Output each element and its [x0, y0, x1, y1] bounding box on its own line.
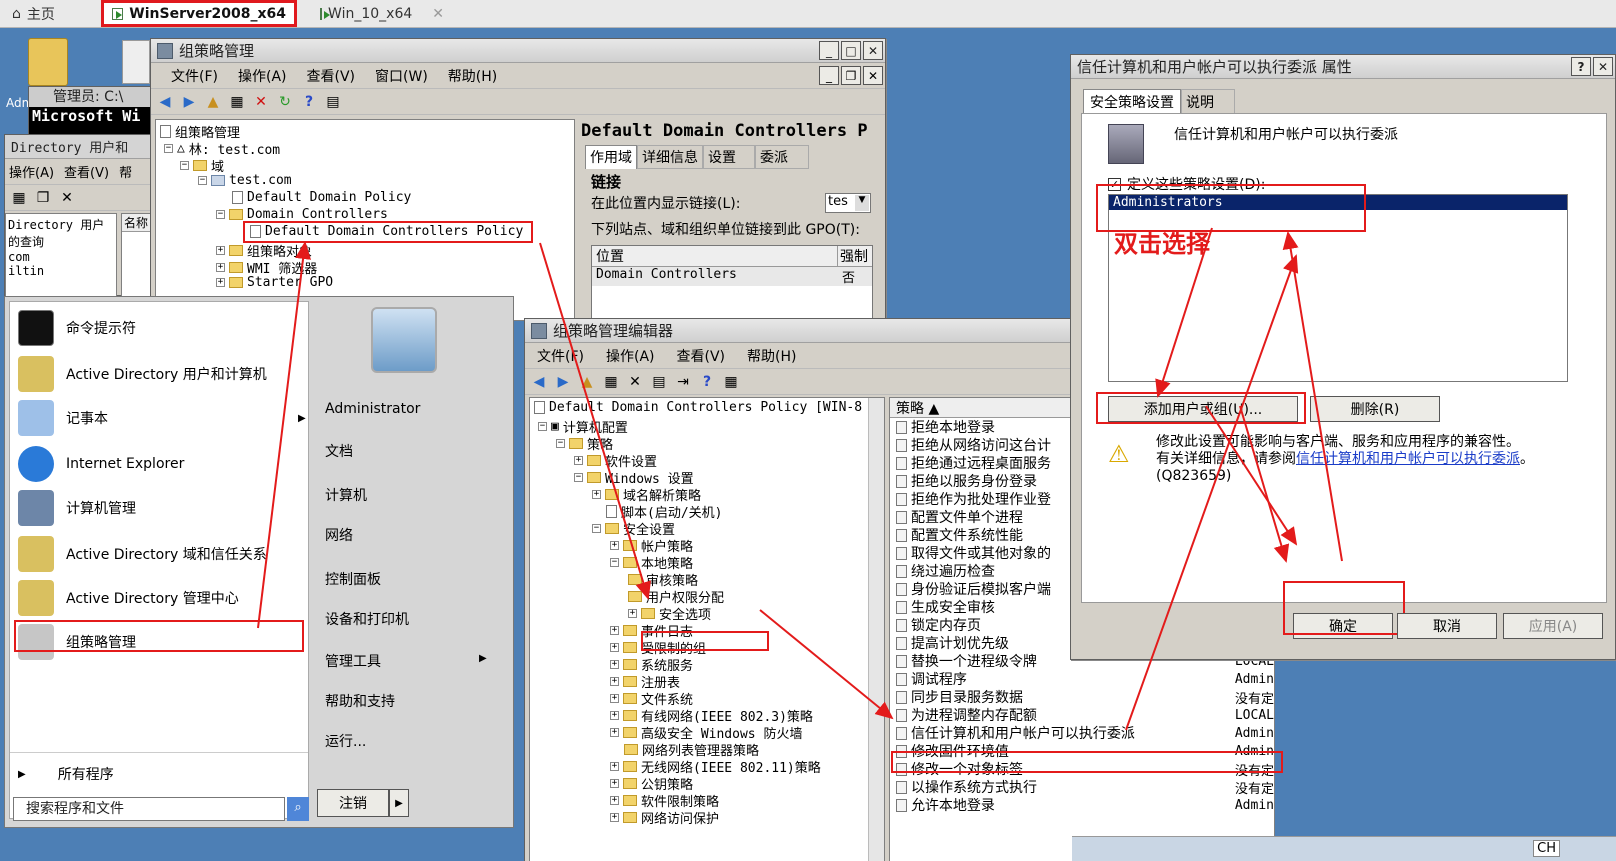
vm-icon: [112, 7, 124, 20]
desktop: Adm 管理员: C:\ Microsoft Wi Directory 用户和 …: [0, 28, 1616, 861]
arrow-rights-to-delegation: [759, 609, 894, 720]
home-icon: ⌂: [12, 5, 21, 22]
host-tab-win10[interactable]: Win_10_x64 ✕: [312, 0, 452, 27]
arrow-warning-to-ok: [1205, 405, 1298, 546]
vm-icon: [320, 7, 331, 20]
arrow-delegation-to-dialog: [1125, 254, 1299, 731]
arrow-admin-to-add: [1155, 227, 1213, 398]
close-icon[interactable]: ✕: [432, 6, 444, 22]
host-tab-winserver[interactable]: WinServer2008_x64: [101, 0, 297, 27]
host-tab-bar: ⌂ 主页 WinServer2008_x64 Win_10_x64 ✕: [0, 0, 1616, 28]
arrow-ok-to-admin: [1282, 231, 1343, 562]
annotation-arrows: [257, 227, 1343, 731]
arrow-gpm-to-policy: [257, 241, 312, 629]
arrow-policy-to-editor: [539, 242, 651, 600]
host-tab-home[interactable]: ⌂ 主页: [4, 0, 94, 27]
arrow-add-to-ok: [1239, 405, 1290, 563]
